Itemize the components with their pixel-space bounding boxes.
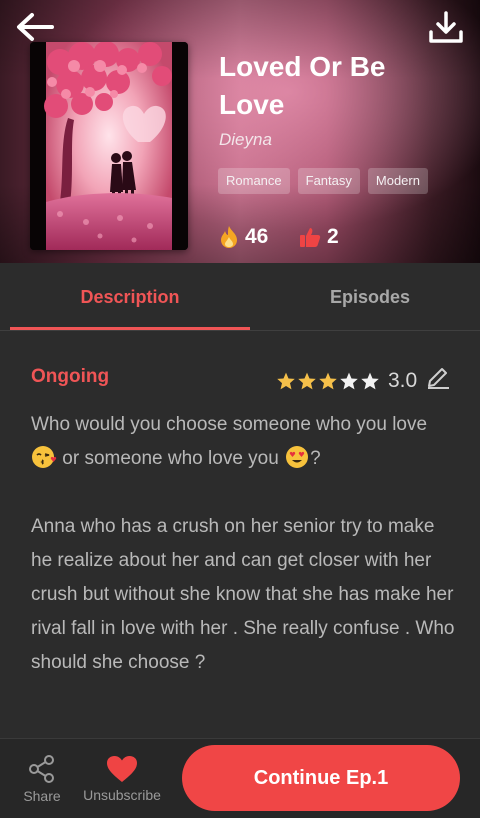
share-label: Share xyxy=(23,788,61,804)
rating-stars[interactable] xyxy=(276,371,380,391)
book-title: Loved Or Be Love xyxy=(219,51,386,120)
fire-icon xyxy=(221,226,237,248)
pencil-icon xyxy=(428,368,450,389)
book-author[interactable]: Dieyna xyxy=(219,130,272,150)
synopsis-text: or someone who love you xyxy=(57,448,285,469)
likes-stat: 2 xyxy=(299,225,339,249)
continue-reading-button[interactable]: Continue Ep.1 xyxy=(182,745,460,811)
back-button[interactable] xyxy=(14,10,56,44)
download-icon xyxy=(429,11,463,43)
star-empty-icon xyxy=(361,372,379,389)
tab-episodes[interactable]: Episodes xyxy=(250,263,480,331)
synopsis-text: Who would you choose someone who you lov… xyxy=(31,414,428,435)
active-tab-indicator xyxy=(10,327,250,330)
unsubscribe-label: Unsubscribe xyxy=(83,787,161,803)
heart-eyes-emoji-icon xyxy=(286,446,309,468)
arrow-left-icon xyxy=(17,13,54,41)
thumbs-up-icon xyxy=(300,228,321,247)
synopsis-paragraph: Anna who has a crush on her senior try t… xyxy=(31,516,455,673)
synopsis: Who would you choose someone who you lov… xyxy=(31,408,456,680)
tab-description[interactable]: Description xyxy=(10,263,250,331)
genre-tag[interactable]: Romance xyxy=(218,168,290,194)
rate-button[interactable] xyxy=(425,366,451,395)
unsubscribe-button[interactable]: Unsubscribe xyxy=(78,739,166,818)
synopsis-text: ? xyxy=(310,448,321,469)
star-filled-icon xyxy=(319,372,337,389)
rating: 3.0 xyxy=(276,366,451,395)
genre-tag[interactable]: Modern xyxy=(367,168,428,194)
tab-bar: Description Episodes xyxy=(0,263,480,331)
synopsis-paragraph: Who would you choose someone who you lov… xyxy=(31,408,456,476)
genre-tags: Romance Fantasy Modern xyxy=(218,168,428,194)
genre-tag[interactable]: Fantasy xyxy=(297,168,360,194)
kiss-emoji-icon xyxy=(32,446,57,468)
share-icon xyxy=(29,755,54,783)
status-badge: Ongoing xyxy=(31,366,110,387)
rating-value: 3.0 xyxy=(388,368,418,392)
book-cover-image[interactable] xyxy=(30,42,188,250)
bottom-action-bar: Share Unsubscribe Continue Ep.1 xyxy=(0,738,480,818)
star-filled-icon xyxy=(298,372,316,389)
book-header: Loved Or Be Love Dieyna Romance Fantasy … xyxy=(0,0,480,263)
star-empty-icon xyxy=(340,372,358,389)
views-count: 46 xyxy=(245,225,269,248)
likes-count: 2 xyxy=(327,225,339,248)
star-filled-icon xyxy=(277,372,295,389)
download-button[interactable] xyxy=(426,10,466,46)
heart-icon xyxy=(107,756,137,782)
share-button[interactable]: Share xyxy=(20,739,64,818)
views-stat: 46 xyxy=(219,225,268,249)
